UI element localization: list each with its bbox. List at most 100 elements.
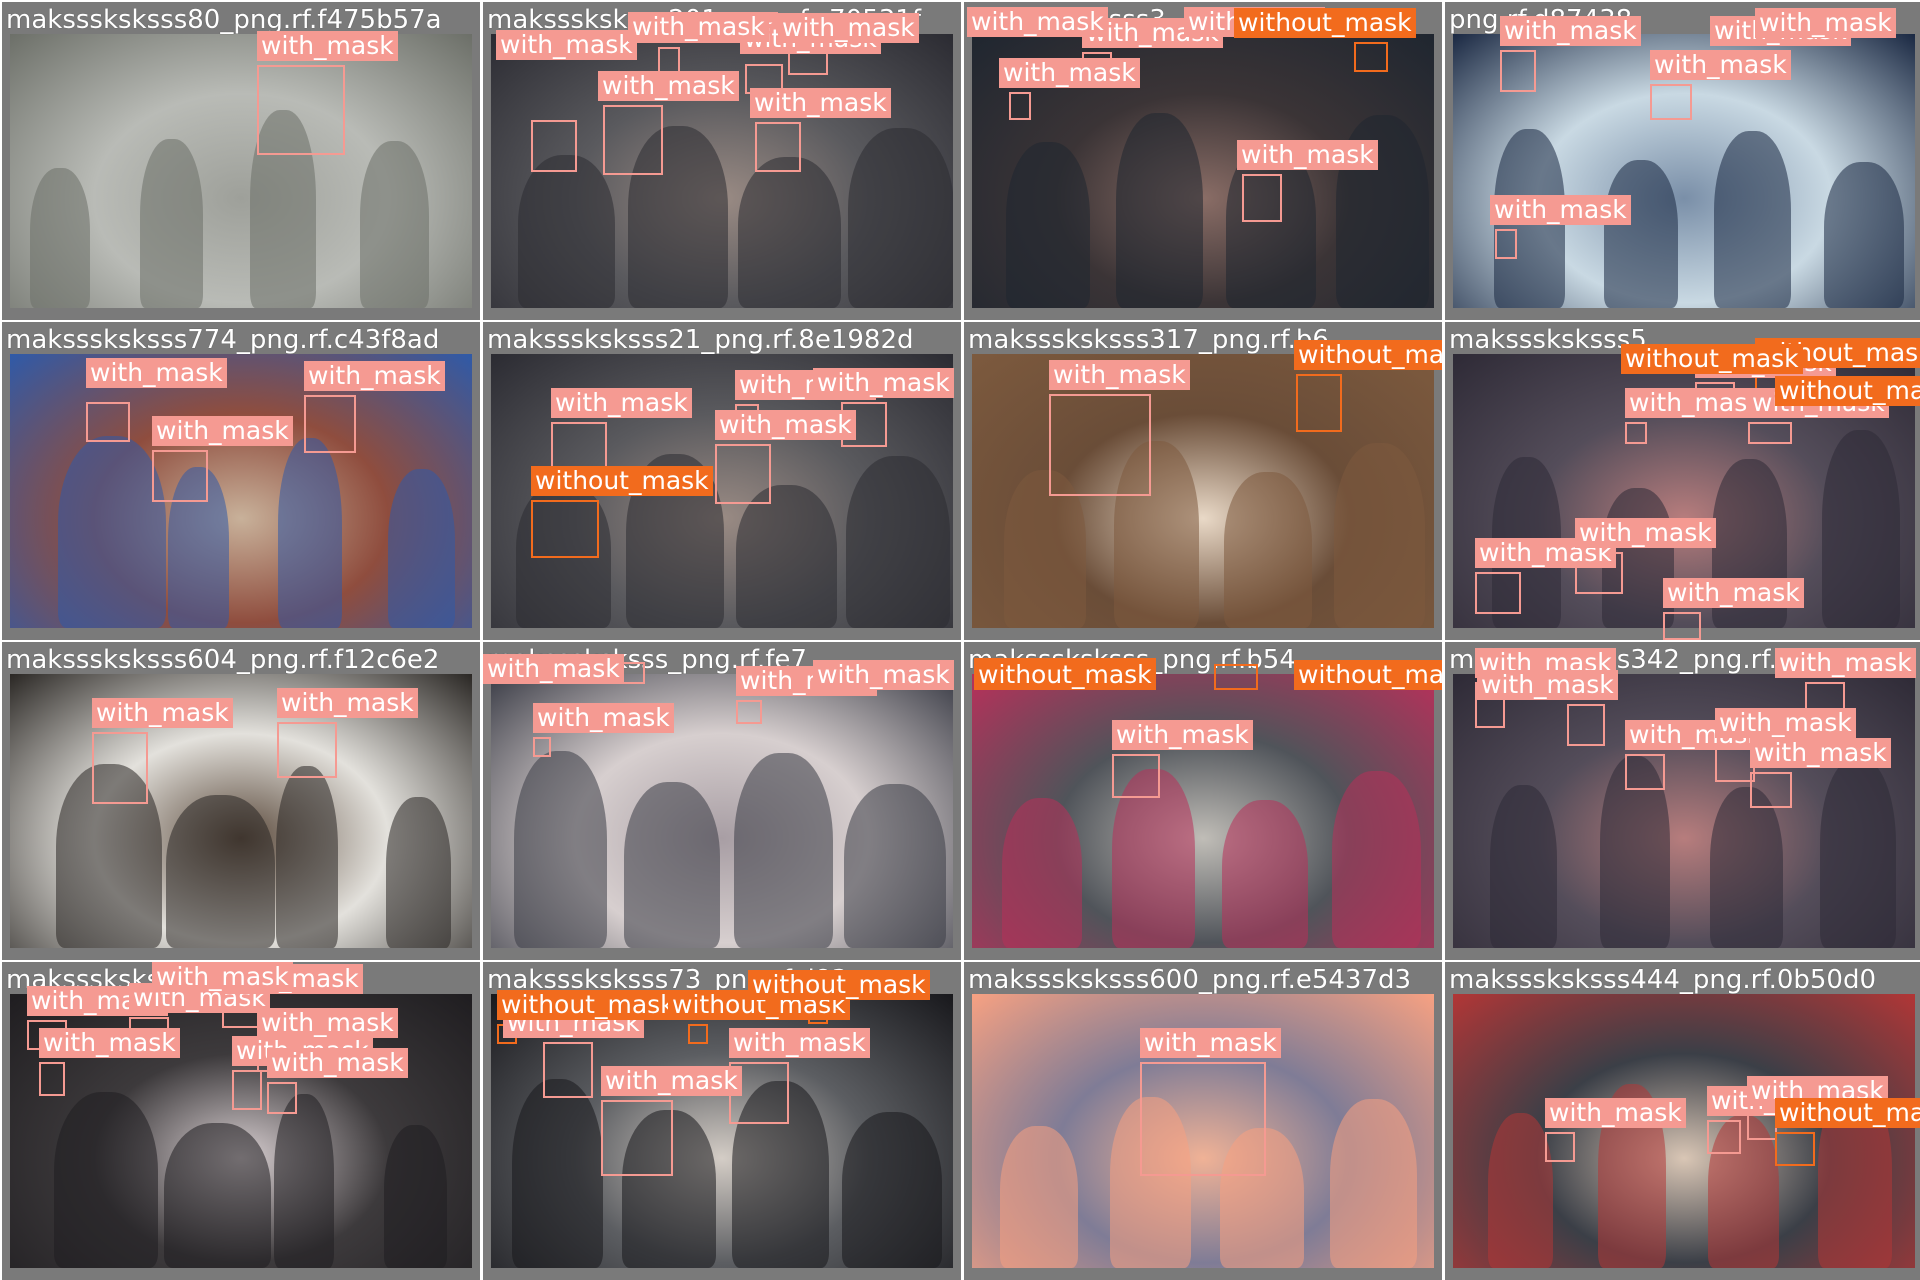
detection-box (688, 1024, 708, 1044)
detection-label: with_mask (496, 30, 637, 60)
person-silhouette (1604, 160, 1678, 308)
person-silhouette (1820, 758, 1896, 948)
detection-label: with_mask (551, 388, 692, 418)
person-silhouette (1330, 1099, 1417, 1268)
detection-box (1495, 229, 1517, 259)
detection-box (533, 737, 551, 757)
mosaic-tile: maksssksksss73_png.rf.d83 with_mask with_m… (483, 962, 961, 1280)
tile-filename: maksssksksss317_png.rf.b6 (968, 325, 1329, 355)
detection-box (267, 1082, 297, 1114)
detection-label: with_mask (86, 358, 227, 388)
detection-label: without_mask (531, 466, 713, 496)
person-silhouette (58, 436, 166, 628)
detection-box (39, 1062, 65, 1096)
detection-label: with_mask (257, 1008, 398, 1038)
detection-label: with_mask (1112, 720, 1253, 750)
detection-box (1354, 42, 1388, 72)
detection-box (1650, 84, 1692, 120)
detection-label: with_mask (1490, 195, 1631, 225)
detection-box (621, 662, 645, 684)
detection-box (232, 1070, 262, 1110)
detection-label: with_mask (267, 1048, 408, 1078)
detection-label: without_mask (1294, 340, 1442, 370)
detection-label: with_mask (598, 71, 739, 101)
detection-label: without_mask (1294, 660, 1442, 690)
person-silhouette (1116, 113, 1203, 308)
detection-label: with_mask (813, 368, 954, 398)
detection-mosaic: maksssksksss80_png.rf.f475b57awith_maskm… (0, 0, 1920, 1280)
detection-label: with_mask (750, 88, 891, 118)
mosaic-tile: maksssksksss3with_maskwith_maskwith_mask… (964, 2, 1442, 320)
person-silhouette (1000, 1126, 1078, 1268)
detection-box (1049, 394, 1151, 496)
mosaic-tile: maksssksksss774_png.rf.c43f8ad with_mask w… (2, 322, 480, 640)
detection-label: with_mask (483, 654, 624, 684)
detection-label: with_mask (152, 962, 293, 992)
detection-box (601, 1100, 673, 1176)
mosaic-tile: maksssksksss444_png.rf.0b50d0 with_mask wi… (1445, 962, 1920, 1280)
detection-label: with_mask (152, 416, 293, 446)
person-silhouette (386, 797, 451, 948)
person-silhouette (736, 485, 837, 628)
person-silhouette (360, 141, 429, 308)
person-silhouette (1222, 800, 1308, 948)
detection-label: with_mask (1650, 50, 1791, 80)
detection-label: with_mask (533, 703, 674, 733)
mosaic-tile: maksssksksss80_png.rf.f475b57a with_mask (2, 2, 480, 320)
detection-label: with_mask (1625, 388, 1766, 418)
tile-filename: maksssksksss80_png.rf.f475b57a (6, 5, 442, 35)
detection-label: with_mask (1237, 140, 1378, 170)
detection-label: with_mask (1663, 578, 1804, 608)
person-silhouette (518, 155, 615, 308)
detection-box (152, 450, 208, 502)
detection-label: with_mask (1750, 738, 1891, 768)
detection-box (1140, 1062, 1266, 1176)
person-silhouette (1488, 1113, 1553, 1268)
detection-label: with_mask (813, 660, 954, 690)
detection-label: with_mask (277, 688, 418, 718)
mosaic-tile: maksssksksss_png.rf.b54with_maskwithout_… (964, 642, 1442, 960)
person-silhouette (166, 795, 275, 948)
detection-label: with_mask (967, 7, 1108, 37)
detection-label: with_mask (1775, 648, 1916, 678)
person-silhouette (844, 784, 946, 948)
detection-box (1214, 664, 1258, 690)
detection-label: without_mask (748, 970, 930, 1000)
detection-label: without_mask (1775, 376, 1920, 406)
detection-label: with_mask (1715, 708, 1856, 738)
detection-label: without_mask (1234, 8, 1416, 38)
detection-box (736, 700, 762, 724)
detection-box (1750, 772, 1792, 808)
detection-label: with_mask (1500, 16, 1641, 46)
person-silhouette (512, 1079, 603, 1268)
person-silhouette (1002, 798, 1082, 948)
person-silhouette (846, 456, 950, 628)
person-silhouette (388, 469, 455, 628)
detection-label: with_mask (1755, 8, 1896, 38)
detection-label: without_mask (974, 660, 1156, 690)
detection-label: with_mask (715, 410, 856, 440)
detection-label: with_mask (1545, 1098, 1686, 1128)
detection-box (1545, 1132, 1575, 1162)
mosaic-tile: png.rf.d87438with_maskwith_maskwith_mask… (1445, 2, 1920, 320)
mosaic-tile: maksssksksss_png.rf.2d7with_maskwith_mas… (2, 962, 480, 1280)
tile-filename: maksssksksss21_png.rf.8e1982d (487, 325, 914, 355)
mosaic-tile: maksssksksss342_png.rf.ecd3b6 with_mask wi… (1445, 642, 1920, 960)
detection-box (1242, 174, 1282, 222)
detection-box (1475, 572, 1521, 614)
detection-label: with_mask (257, 31, 398, 61)
detection-label: with_mask (729, 1028, 870, 1058)
person-silhouette (848, 128, 953, 308)
detection-box (277, 722, 337, 778)
detection-box (1748, 422, 1792, 444)
person-silhouette (1710, 787, 1783, 948)
tile-photo (10, 354, 472, 628)
tile-photo (10, 34, 472, 308)
person-silhouette (738, 157, 841, 308)
detection-box (1775, 1132, 1815, 1166)
person-silhouette (514, 751, 607, 948)
person-silhouette (384, 1125, 447, 1268)
person-silhouette (734, 753, 833, 948)
person-silhouette (140, 139, 203, 308)
detection-box (257, 65, 345, 155)
